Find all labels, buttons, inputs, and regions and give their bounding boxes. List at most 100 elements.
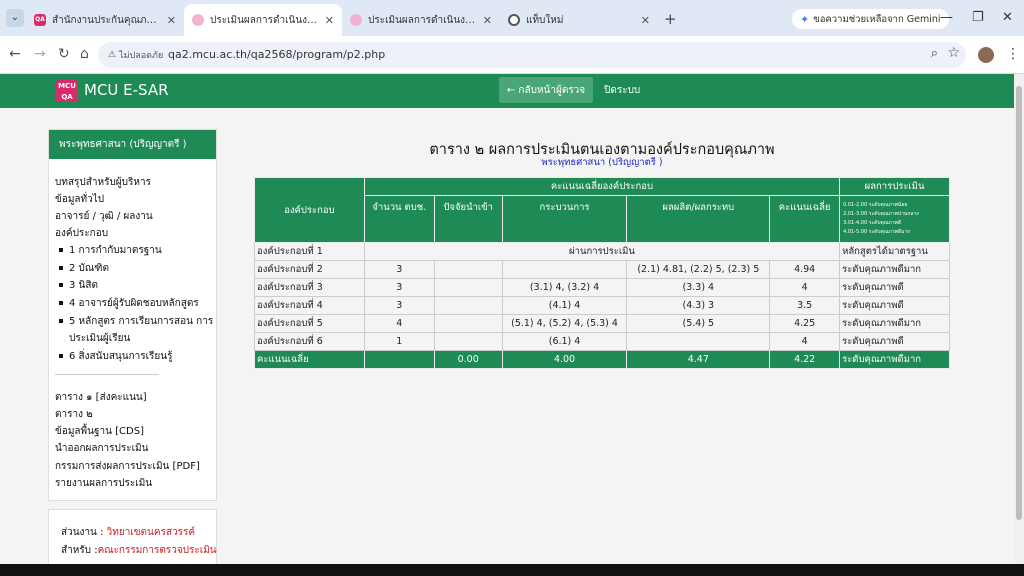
bullet-icon <box>59 354 63 358</box>
close-tab-icon[interactable]: ✕ <box>483 14 492 27</box>
browser-tab-3[interactable]: ประเมินผลการดำเนินงาน วิทยาลัยสงฆ์ ✕ <box>342 4 500 36</box>
for-label: สำหรับ : <box>61 545 98 556</box>
site-favicon-icon <box>192 14 204 26</box>
row-result: ระดับคุณภาพดี <box>839 278 950 297</box>
row-avg: 4 <box>769 332 841 351</box>
sidebar-link-table-2[interactable]: ตาราง ๒ <box>55 407 93 422</box>
sidebar-subitem-1[interactable]: 1 การกำกับมาตรฐาน <box>59 243 162 258</box>
gemini-label: ขอความช่วยเหลือจาก Gemini <box>813 13 941 25</box>
row-input <box>433 278 503 297</box>
tab-title: ประเมินผลการดำเนินงาน วิทยาเขตนครสวรรค์ <box>210 14 319 26</box>
sidebar-link-components[interactable]: องค์ประกอบ <box>55 226 108 241</box>
page-scrollbar[interactable] <box>1014 74 1024 564</box>
row-count: 4 <box>363 314 435 333</box>
close-tab-icon[interactable]: ✕ <box>325 14 334 27</box>
close-tab-icon[interactable]: ✕ <box>167 14 176 27</box>
for-value: คณะกรรมการตรวจประเมิน <box>97 545 217 556</box>
tab-title: แท็บใหม่ <box>526 14 564 26</box>
scrollbar-thumb[interactable] <box>1016 86 1022 520</box>
browser-menu-icon[interactable]: ⋮ <box>1006 46 1020 62</box>
sidebar-subitem-label: 5 หลักสูตร การเรียนการสอน การ <box>69 316 214 327</box>
web-page: MCU QA MCU E-SAR ← กลับหน้าผู้ตรวจ ปิดระ… <box>0 74 1014 564</box>
home-icon[interactable]: ⌂ <box>80 46 89 62</box>
app-navbar: MCU QA MCU E-SAR ← กลับหน้าผู้ตรวจ ปิดระ… <box>0 74 1014 108</box>
row-input <box>433 332 503 351</box>
sidebar-subitem-label: 2 บัณฑิต <box>69 263 109 274</box>
sidebar-link-pdf[interactable]: กรรมการส่งผลการประเมิน [PDF] <box>55 459 200 474</box>
header-avg: คะแนนเฉลี่ย <box>769 195 841 243</box>
for-line: สำหรับ :คณะกรรมการตรวจประเมิน <box>61 543 217 558</box>
sidebar-subitem-6[interactable]: 6 สิ่งสนับสนุนการเรียนรู้ <box>59 349 173 364</box>
back-to-reviewer-button[interactable]: ← กลับหน้าผู้ตรวจ <box>499 77 593 103</box>
profile-avatar[interactable] <box>978 47 994 63</box>
avg-row-input: 0.00 <box>433 350 503 369</box>
header-count: จำนวน ตบช. <box>363 195 435 243</box>
header-process: กระบวนการ <box>501 195 628 243</box>
globe-icon <box>508 14 520 26</box>
sidebar-link-report[interactable]: รายงานผลการประเมิน <box>55 476 152 491</box>
page-subtitle: พระพุทธศาสนา (ปริญญาตรี ) <box>541 157 663 168</box>
sidebar-link-executive-summary[interactable]: บทสรุปสำหรับผู้บริหาร <box>55 175 151 190</box>
row-count: 3 <box>363 260 435 279</box>
sidebar-link-cds[interactable]: ข้อมูลพื้นฐาน [CDS] <box>55 424 144 439</box>
avg-row-process: 4.00 <box>501 350 628 369</box>
maximize-icon[interactable]: ❐ <box>972 10 984 25</box>
sidebar-subitem-5-cont[interactable]: ประเมินผู้เรียน <box>69 331 130 346</box>
gemini-button[interactable]: ✦ ขอความช่วยเหลือจาก Gemini <box>792 9 949 29</box>
assessment-table: องค์ประกอบ คะแนนเฉลี่ยองค์ประกอบ ผลการปร… <box>254 177 950 369</box>
tab-search-chevron-icon[interactable]: ⌄ <box>6 9 24 27</box>
sidebar-subitem-label: 6 สิ่งสนับสนุนการเรียนรู้ <box>69 351 173 362</box>
url-omnibox[interactable]: ⚠ ไม่ปลอดภัย qa2.mcu.ac.th/qa2568/progra… <box>98 42 966 68</box>
header-result: ผลการประเมิน <box>839 177 950 196</box>
table-row: องค์ประกอบที่ 2 3 (2.1) 4.81, (2.2) 5, (… <box>254 260 950 279</box>
logout-link[interactable]: ปิดระบบ <box>604 83 640 98</box>
sidebar-divider <box>55 374 159 375</box>
average-row: คะแนนเฉลี่ย 0.00 4.00 4.47 4.22 ระดับคุณ… <box>254 350 950 369</box>
tab-title: ประเมินผลการดำเนินงาน วิทยาลัยสงฆ์ <box>368 14 477 26</box>
sidebar-link-faculty[interactable]: อาจารย์ / วุฒิ / ผลงาน <box>55 209 153 224</box>
bullet-icon <box>59 319 63 323</box>
brand-title[interactable]: MCU E-SAR <box>84 81 169 99</box>
result-legend: 0.01-2.00 ระดับคุณภาพน้อย 2.01-3.00 ระดั… <box>839 195 950 243</box>
new-tab-plus-icon[interactable]: + <box>664 10 677 28</box>
back-arrow-icon[interactable]: ← <box>9 46 21 62</box>
forward-arrow-icon[interactable]: → <box>34 46 46 62</box>
sidebar: พระพุทธศาสนา (ปริญญาตรี ) บทสรุปสำหรับผู… <box>48 129 217 501</box>
minimize-icon[interactable]: — <box>940 10 953 25</box>
bullet-icon <box>59 266 63 270</box>
row-avg: 4.94 <box>769 260 841 279</box>
window-close-icon[interactable]: ✕ <box>1002 10 1013 25</box>
sidebar-subitem-5[interactable]: 5 หลักสูตร การเรียนการสอน การ <box>59 314 213 329</box>
row-component-name: องค์ประกอบที่ 5 <box>254 314 365 333</box>
browser-tab-1[interactable]: QA สำนักงานประกันคุณภาพ - มหาวิทยาลัย ✕ <box>26 4 184 36</box>
header-output: ผลผลิต/ผลกระทบ <box>626 195 771 243</box>
row-avg: 3.5 <box>769 296 841 315</box>
mcu-favicon-icon: QA <box>34 14 46 26</box>
sidebar-subitem-4[interactable]: 4 อาจารย์ผู้รับผิดชอบหลักสูตร <box>59 296 199 311</box>
row-process: (6.1) 4 <box>501 332 628 351</box>
bullet-icon <box>59 248 63 252</box>
address-bar: ← → ↻ ⌂ ⚠ ไม่ปลอดภัย qa2.mcu.ac.th/qa256… <box>0 36 1024 74</box>
mcu-qa-logo[interactable]: MCU QA <box>56 80 78 102</box>
row-component-name: องค์ประกอบที่ 1 <box>254 242 365 261</box>
security-indicator[interactable]: ⚠ ไม่ปลอดภัย <box>108 48 163 62</box>
close-tab-icon[interactable]: ✕ <box>641 14 650 27</box>
reload-icon[interactable]: ↻ <box>58 46 70 62</box>
sidebar-subitem-2[interactable]: 2 บัณฑิต <box>59 261 109 276</box>
browser-tab-2-active[interactable]: ประเมินผลการดำเนินงาน วิทยาเขตนครสวรรค์ … <box>184 4 342 36</box>
unit-label: ส่วนงาน : <box>61 527 107 538</box>
row-process <box>501 260 628 279</box>
os-taskbar <box>0 564 1024 576</box>
row-process: (3.1) 4, (3.2) 4 <box>501 278 628 297</box>
zoom-magnifier-icon[interactable]: ⌕ <box>931 46 938 61</box>
sidebar-link-export[interactable]: นำออกผลการประเมิน <box>55 441 148 456</box>
row-component-name: องค์ประกอบที่ 2 <box>254 260 365 279</box>
sidebar-link-table-1[interactable]: ตาราง ๑ [ส่งคะแนน] <box>55 390 147 405</box>
browser-tab-4[interactable]: แท็บใหม่ ✕ <box>500 4 658 36</box>
sidebar-link-general-info[interactable]: ข้อมูลทั่วไป <box>55 192 104 207</box>
sidebar-subitem-3[interactable]: 3 นิสิต <box>59 278 98 293</box>
warning-icon: ⚠ <box>108 50 117 60</box>
bookmark-star-icon[interactable]: ☆ <box>947 45 960 61</box>
url-text[interactable]: qa2.mcu.ac.th/qa2568/program/p2.php <box>168 48 385 61</box>
row-output: (4.3) 3 <box>626 296 771 315</box>
